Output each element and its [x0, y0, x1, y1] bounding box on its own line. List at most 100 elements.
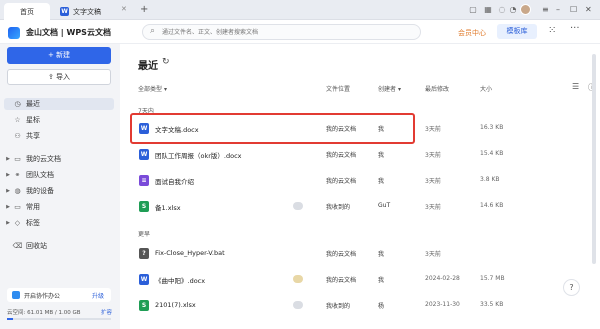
- sidebar-item-recent[interactable]: ◷ 最近: [4, 98, 114, 110]
- sidebar-item-label: 标签: [26, 219, 40, 227]
- storage-bar: [7, 318, 111, 320]
- help-icon[interactable]: ?: [563, 279, 580, 296]
- column-header-creator[interactable]: 创建者 ▾: [378, 84, 401, 93]
- apps-icon[interactable]: ⁙: [548, 25, 556, 36]
- file-location: 我的云文档: [326, 251, 357, 258]
- close-window-icon[interactable]: ✕: [585, 4, 592, 16]
- search-box[interactable]: ⌕: [142, 24, 421, 40]
- star-icon: ☆: [14, 116, 21, 124]
- file-modified: 3天前: [425, 204, 441, 211]
- sidebar-item-label: 我的云文档: [26, 155, 61, 163]
- maximize-icon[interactable]: ☐: [570, 4, 577, 16]
- search-input[interactable]: [162, 27, 412, 38]
- collab-label: 开启协作办公: [24, 292, 61, 300]
- column-header-modified: 最后修改: [425, 86, 450, 93]
- file-modified: 3天前: [425, 126, 441, 133]
- search-icon: ⌕: [150, 26, 156, 36]
- logo-icon: [8, 27, 20, 39]
- import-icon: ⇪: [47, 73, 57, 81]
- sidebar-item-tags[interactable]: ▶ ◇ 标签: [4, 217, 114, 229]
- column-header-creator-label: 创建者: [378, 86, 397, 93]
- file-modified: 3天前: [425, 251, 441, 258]
- collaborators-icon: [293, 275, 303, 283]
- file-name: 2101(7).xlsx: [155, 301, 196, 309]
- expand-arrow-icon[interactable]: ▶: [4, 156, 12, 162]
- file-creator: GuT: [378, 202, 391, 209]
- device-icon: ◍: [14, 187, 21, 195]
- file-creator: 我: [378, 178, 385, 185]
- group-label: 更早: [138, 231, 151, 238]
- menu-icon[interactable]: ≡: [542, 4, 549, 16]
- import-label: 导入: [56, 73, 71, 81]
- member-center-link[interactable]: 会员中心: [458, 28, 486, 38]
- file-row[interactable]: ≡ 面试自我介绍 我的云文档 我 3天前 3.8 KB: [130, 168, 592, 193]
- expand-storage-link[interactable]: 扩容: [101, 308, 112, 316]
- sidebar-item-team-docs[interactable]: ▶ ⚭ 团队文档: [4, 169, 114, 181]
- file-creator: 我: [378, 277, 385, 284]
- folder-icon: ▭: [14, 203, 21, 211]
- message-icon[interactable]: ◌: [497, 5, 507, 15]
- file-location: 我的云文档: [326, 178, 357, 185]
- file-row[interactable]: S 备1.xlsx 我收到的 GuT 3天前 14.6 KB: [130, 194, 592, 219]
- file-location: 我的云文档: [326, 277, 357, 284]
- file-creator: 杨: [378, 303, 385, 310]
- new-tab-icon[interactable]: +: [140, 4, 148, 15]
- sidebar-item-trash[interactable]: ⌫ 回收站: [4, 240, 114, 252]
- expand-arrow-icon[interactable]: ▶: [4, 172, 12, 178]
- file-size: 16.3 KB: [480, 124, 504, 131]
- collaborators-icon: [293, 301, 303, 309]
- new-button[interactable]: + 新建: [7, 47, 111, 64]
- collaborators-icon: [293, 202, 303, 210]
- app-title: 金山文档 | WPS云文档: [26, 28, 111, 37]
- main-content: 最近 ↻ 全部类型 ▾ 文件位置 创建者 ▾ 最后修改 大小 ☰ ⓘ 7天内 W…: [120, 44, 600, 329]
- file-row[interactable]: W 《曲中阳》.docx 我的云文档 我 2024-02-28 15.7 MB: [130, 267, 592, 292]
- tag-icon: ◇: [14, 219, 21, 227]
- refresh-icon[interactable]: ↻: [162, 57, 170, 67]
- collab-promo[interactable]: 开启协作办公 升级: [7, 288, 111, 302]
- tab-label: 文字文稿: [73, 7, 101, 16]
- tab-home[interactable]: 首页: [4, 3, 50, 20]
- expand-arrow-icon[interactable]: ▶: [4, 188, 12, 194]
- file-name: 《曲中阳》.docx: [155, 277, 206, 285]
- file-size: 15.7 MB: [480, 275, 505, 282]
- file-size: 33.5 KB: [480, 301, 504, 308]
- file-modified: 3天前: [425, 152, 441, 159]
- column-header-size: 大小: [480, 86, 493, 93]
- expand-arrow-icon[interactable]: ▶: [4, 204, 12, 210]
- grid-icon[interactable]: ▦: [483, 5, 493, 15]
- app-header: 金山文档 | WPS云文档 ⌕ 会员中心 模板库 ⁙ ···: [0, 21, 600, 44]
- file-icon[interactable]: ▢: [468, 5, 478, 15]
- avatar[interactable]: [520, 4, 531, 15]
- trash-icon: ⌫: [12, 242, 23, 250]
- template-library-button[interactable]: 模板库: [497, 24, 537, 39]
- import-button[interactable]: ⇪ 导入: [7, 69, 111, 85]
- folder-icon: ▭: [14, 155, 21, 163]
- sidebar-item-shared[interactable]: ⚇ 共享: [4, 130, 114, 142]
- file-location: 我收到的: [326, 303, 351, 310]
- scrollbar[interactable]: [592, 54, 596, 264]
- storage-usage: 云空间: 61.01 MB / 1.00 GB: [7, 310, 81, 316]
- notification-icon[interactable]: ◔: [508, 5, 518, 15]
- column-header-location: 文件位置: [326, 86, 351, 93]
- sidebar-item-my-devices[interactable]: ▶ ◍ 我的设备: [4, 185, 114, 197]
- file-creator: 我: [378, 152, 385, 159]
- file-row[interactable]: W 团队工作周报（okr版）.docx 我的云文档 我 3天前 15.4 KB: [130, 142, 592, 167]
- sidebar-item-starred[interactable]: ☆ 星标: [4, 114, 114, 126]
- close-tab-icon[interactable]: ✕: [121, 5, 127, 13]
- sidebar: + 新建 ⇪ 导入 ◷ 最近 ☆ 星标 ⚇ 共享 ▶ ▭ 我的云文档 ▶ ⚭ 团队文…: [0, 44, 120, 329]
- chevron-down-icon: ▾: [397, 86, 401, 93]
- word-file-icon: W: [139, 274, 149, 285]
- expand-arrow-icon[interactable]: ▶: [4, 220, 12, 226]
- sort-icon[interactable]: ☰: [572, 82, 579, 91]
- filter-type-dropdown[interactable]: 全部类型 ▾: [138, 84, 167, 93]
- more-icon[interactable]: ···: [570, 23, 580, 34]
- window-titlebar: 首页 W 文字文稿 ✕ + ▢ ▦ ◌ ◔ ≡ – ☐ ✕: [0, 0, 600, 20]
- minimize-icon[interactable]: –: [556, 4, 560, 16]
- excel-file-icon: S: [139, 300, 149, 311]
- upgrade-link[interactable]: 升级: [92, 291, 104, 300]
- file-row[interactable]: S 2101(7).xlsx 我收到的 杨 2023-11-30 33.5 KB: [130, 293, 592, 318]
- sidebar-item-frequent[interactable]: ▶ ▭ 常用: [4, 201, 114, 213]
- sidebar-item-label: 回收站: [26, 242, 47, 250]
- file-row[interactable]: ? Fix-Close_Hyper-V.bat 我的云文档 我 3天前: [130, 241, 592, 266]
- sidebar-item-my-docs[interactable]: ▶ ▭ 我的云文档: [4, 153, 114, 165]
